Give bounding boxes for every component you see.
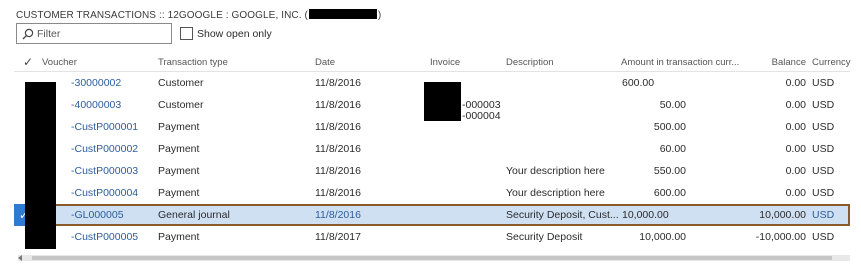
balance: 10,000.00 bbox=[759, 209, 806, 221]
transaction-type: Payment bbox=[158, 165, 200, 177]
redacted-block bbox=[424, 82, 461, 121]
table-row-selected[interactable]: ✓ -GL000005 General journal 11/8/2016 Se… bbox=[14, 204, 850, 226]
transaction-type: Customer bbox=[158, 77, 204, 89]
scrollbar-thumb[interactable] bbox=[32, 256, 832, 260]
currency: USD bbox=[812, 231, 835, 243]
column-header-currency[interactable]: Currency bbox=[812, 57, 851, 68]
grid-header: ✓ Voucher Transaction type Date Invoice … bbox=[14, 52, 851, 72]
description: Security Deposit bbox=[506, 231, 583, 243]
currency: USD bbox=[812, 121, 835, 133]
date: 11/8/2016 bbox=[315, 121, 361, 133]
amount: 60.00 bbox=[659, 143, 686, 155]
description: Your description here bbox=[506, 165, 605, 177]
column-header-voucher[interactable]: Voucher bbox=[42, 57, 77, 68]
show-open-only-checkbox[interactable] bbox=[180, 27, 193, 40]
table-row[interactable]: -CustP000003 Payment 11/8/2016 Your desc… bbox=[14, 160, 850, 182]
balance: 0.00 bbox=[785, 187, 806, 199]
filter-field[interactable] bbox=[16, 23, 172, 44]
table-row[interactable]: -CustP000002 Payment 11/8/2016 60.00 0.0… bbox=[14, 138, 850, 160]
redacted-block bbox=[308, 9, 377, 19]
currency: USD bbox=[812, 165, 835, 177]
date: 11/8/2016 bbox=[315, 77, 361, 89]
transaction-type: General journal bbox=[158, 209, 230, 221]
date: 11/8/2016 bbox=[315, 187, 361, 199]
currency: USD bbox=[812, 77, 835, 89]
date: 11/8/2016 bbox=[315, 165, 361, 177]
column-header-description[interactable]: Description bbox=[506, 57, 554, 68]
balance: 0.00 bbox=[785, 143, 806, 155]
amount: 10,000.00 bbox=[622, 209, 669, 221]
transaction-type: Payment bbox=[158, 143, 200, 155]
description: Security Deposit, Cust... bbox=[506, 209, 619, 221]
amount: 10,000.00 bbox=[639, 231, 686, 243]
table-row[interactable]: -CustP000004 Payment 11/8/2016 Your desc… bbox=[14, 182, 850, 204]
transaction-type: Payment bbox=[158, 121, 200, 133]
currency: USD bbox=[812, 99, 835, 111]
checkmark-icon[interactable]: ✓ bbox=[23, 55, 33, 69]
column-header-balance[interactable]: Balance bbox=[772, 57, 806, 68]
show-open-only-label: Show open only bbox=[197, 27, 272, 40]
amount: 500.00 bbox=[653, 121, 686, 133]
column-header-date[interactable]: Date bbox=[315, 57, 335, 68]
amount: 550.00 bbox=[653, 165, 686, 177]
voucher-link[interactable]: -CustP000002 bbox=[71, 143, 138, 155]
search-icon bbox=[22, 28, 34, 40]
amount: 600.00 bbox=[653, 187, 686, 199]
horizontal-scrollbar[interactable] bbox=[18, 255, 850, 261]
voucher-link[interactable]: -40000003 bbox=[71, 99, 121, 111]
date: 11/8/2016 bbox=[315, 99, 361, 111]
voucher-link[interactable]: -30000002 bbox=[71, 77, 121, 89]
transaction-type: Payment bbox=[158, 231, 200, 243]
balance: 0.00 bbox=[785, 121, 806, 133]
date: 11/8/2016 bbox=[315, 143, 361, 155]
voucher-link[interactable]: -CustP000004 bbox=[71, 187, 138, 199]
transaction-type: Customer bbox=[158, 99, 204, 111]
show-open-only-toggle[interactable]: Show open only bbox=[180, 27, 272, 40]
balance: 0.00 bbox=[785, 165, 806, 177]
scroll-left-arrow-icon[interactable] bbox=[18, 255, 22, 261]
date: 11/8/2017 bbox=[315, 231, 361, 243]
redacted-block bbox=[25, 82, 56, 249]
balance: -10,000.00 bbox=[755, 231, 806, 243]
date: 11/8/2016 bbox=[315, 209, 361, 221]
amount: 50.00 bbox=[659, 99, 686, 111]
table-row[interactable]: -CustP000005 Payment 11/8/2017 Security … bbox=[14, 226, 850, 248]
voucher-link[interactable]: -CustP000005 bbox=[71, 231, 138, 243]
invoice: -000004 bbox=[462, 110, 501, 122]
voucher-link[interactable]: -CustP000001 bbox=[71, 121, 138, 133]
balance: 0.00 bbox=[785, 99, 806, 111]
page-title: CUSTOMER TRANSACTIONS :: 12GOOGLE : GOOG… bbox=[16, 9, 381, 21]
title-prefix: CUSTOMER TRANSACTIONS :: 12GOOGLE : GOOG… bbox=[16, 10, 308, 21]
voucher-link[interactable]: -CustP000003 bbox=[71, 165, 138, 177]
currency: USD bbox=[812, 143, 835, 155]
column-header-amount[interactable]: Amount in transaction curr... bbox=[621, 57, 739, 68]
voucher-link[interactable]: -GL000005 bbox=[71, 209, 124, 221]
transaction-type: Payment bbox=[158, 187, 200, 199]
balance: 0.00 bbox=[785, 77, 806, 89]
currency: USD bbox=[812, 209, 835, 221]
column-header-type[interactable]: Transaction type bbox=[158, 57, 228, 68]
filter-input[interactable] bbox=[37, 26, 167, 41]
title-suffix: ) bbox=[377, 10, 382, 21]
currency: USD bbox=[812, 187, 835, 199]
column-header-invoice[interactable]: Invoice bbox=[430, 57, 460, 68]
amount: 600.00 bbox=[622, 77, 655, 89]
description: Your description here bbox=[506, 187, 605, 199]
